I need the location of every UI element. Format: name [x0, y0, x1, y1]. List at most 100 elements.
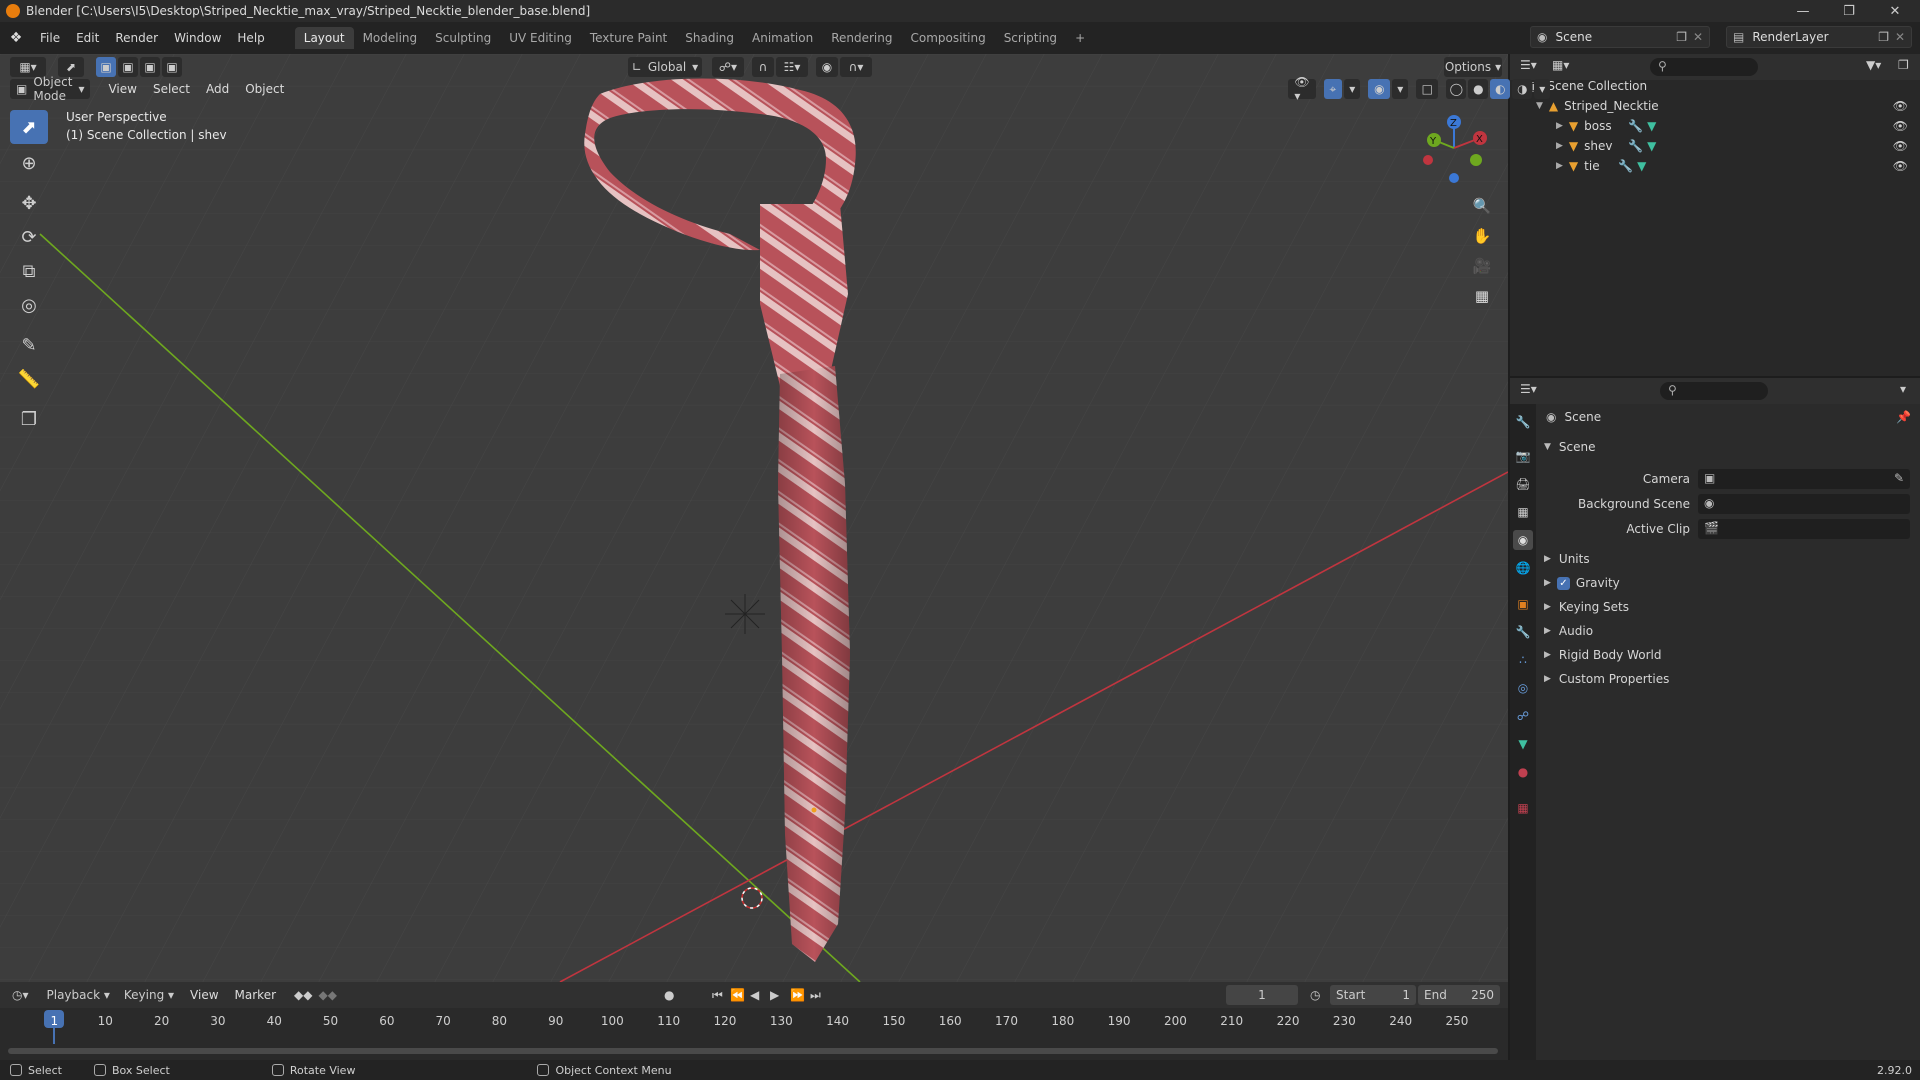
measure-tool-icon[interactable]: 📏 [10, 362, 48, 396]
transform-orientation-dropdown[interactable]: ∟ Global ▾ [628, 57, 702, 77]
eyedropper-icon[interactable]: ✎ [1894, 471, 1904, 485]
menu-object[interactable]: Object [237, 82, 292, 96]
chevron-down-icon[interactable]: ▾ [1900, 382, 1906, 396]
delete-layer-icon[interactable]: ✕ [1895, 30, 1905, 44]
xray-toggle-icon[interactable]: □ [1416, 79, 1439, 99]
chevron-down-icon[interactable]: ▾ [1534, 79, 1551, 99]
keyframe-icon[interactable]: ◆◆ [294, 988, 312, 1002]
clock-icon[interactable]: ◷ [1310, 988, 1320, 1002]
delete-scene-icon[interactable]: ✕ [1693, 30, 1703, 44]
material-tab-icon[interactable]: ● [1513, 762, 1533, 782]
active-clip-field[interactable]: 🎬 [1698, 519, 1910, 539]
select-box-tool-icon[interactable]: ⬈ [10, 110, 48, 144]
outliner-object-row[interactable]: ▶ ▼ shev 🔧 ▼ 👁 [1510, 136, 1920, 156]
filter-icon[interactable]: ▼▾ [1866, 58, 1881, 72]
outliner-object-row[interactable]: ▶ ▼ boss 🔧 ▼ 👁 [1510, 116, 1920, 136]
eye-icon[interactable]: 👁 [1893, 99, 1908, 113]
zoom-icon[interactable]: 🔍 [1468, 192, 1496, 220]
close-button[interactable]: ✕ [1872, 0, 1918, 22]
chevron-right-icon[interactable]: ▶ [1556, 121, 1563, 131]
world-tab-icon[interactable]: 🌐 [1513, 558, 1533, 578]
scene-panel-header[interactable]: ▼ Scene [1544, 440, 1596, 454]
gravity-panel-header[interactable]: ▶ ✓ Gravity [1544, 576, 1620, 590]
solid-shading-icon[interactable]: ● [1468, 79, 1489, 99]
camera-view-icon[interactable]: 🎥 [1468, 252, 1496, 280]
scale-tool-icon[interactable]: ⧉ [10, 254, 48, 288]
snap-target-icon[interactable]: ☷▾ [776, 57, 808, 77]
background-scene-field[interactable]: ◉ [1698, 494, 1910, 514]
tool-tab-icon[interactable]: 🔧 [1513, 412, 1533, 432]
new-scene-icon[interactable]: ❐ [1676, 30, 1687, 44]
pivot-point-icon[interactable]: ☍▾ [712, 57, 744, 77]
rendered-shading-icon[interactable]: ◑ [1512, 79, 1533, 99]
current-frame-field[interactable]: 1 [1226, 985, 1298, 1005]
pin-icon[interactable]: 📌 [1896, 410, 1911, 424]
select-intersect-icon[interactable]: ▣ [162, 57, 182, 77]
tab-sculpting[interactable]: Sculpting [426, 27, 500, 49]
chevron-right-icon[interactable]: ▶ [1556, 141, 1563, 151]
menu-help[interactable]: Help [229, 27, 272, 49]
chevron-down-icon[interactable]: ▼ [1536, 101, 1543, 111]
outliner-search-input[interactable]: ⚲ [1650, 58, 1758, 76]
snap-icon[interactable]: ∩ [752, 57, 774, 77]
prev-keyframe-icon[interactable]: ⏪ [730, 988, 745, 1002]
rotate-tool-icon[interactable]: ⟳ [10, 220, 48, 254]
menu-add[interactable]: Add [198, 82, 237, 96]
navigation-gizmo[interactable]: Z X Y [1420, 110, 1500, 190]
record-icon[interactable]: ● [664, 988, 674, 1002]
modifier-tab-icon[interactable]: 🔧 [1513, 622, 1533, 642]
tab-layout[interactable]: Layout [294, 27, 354, 49]
new-layer-icon[interactable]: ❐ [1878, 30, 1889, 44]
menu-window[interactable]: Window [166, 27, 229, 49]
scene-tab-icon[interactable]: ◉ [1513, 530, 1533, 550]
tab-scripting[interactable]: Scripting [995, 27, 1066, 49]
outliner-collection-row[interactable]: ▼ ▲ Striped_Necktie 👁 [1510, 96, 1920, 116]
output-tab-icon[interactable]: 🖨 [1513, 474, 1533, 494]
keyframe-insert-icon[interactable]: ◆◆ [318, 988, 336, 1002]
options-dropdown[interactable]: Options ▾ [1444, 57, 1502, 77]
maximize-button[interactable]: ❐ [1826, 0, 1872, 22]
tab-uv-editing[interactable]: UV Editing [500, 27, 581, 49]
next-keyframe-icon[interactable]: ⏩ [790, 988, 805, 1002]
material-shading-icon[interactable]: ◐ [1490, 79, 1511, 99]
visibility-icon[interactable]: 👁▾ [1288, 75, 1316, 103]
menu-render[interactable]: Render [107, 27, 166, 49]
move-tool-icon[interactable]: ✥ [10, 186, 48, 220]
chevron-down-icon[interactable]: ▾ [1392, 79, 1409, 99]
ortho-grid-icon[interactable]: ▦ [1468, 282, 1496, 310]
proportional-edit-icon[interactable]: ◉ [816, 57, 838, 77]
chevron-down-icon[interactable]: ▾ [1344, 79, 1361, 99]
falloff-icon[interactable]: ∩▾ [840, 57, 872, 77]
add-cube-tool-icon[interactable]: ❐ [10, 402, 48, 436]
timeline-scrollbar[interactable] [8, 1048, 1498, 1054]
outliner-editor-icon[interactable]: ☰▾ [1520, 58, 1537, 72]
timeline-menu-view[interactable]: View [182, 988, 226, 1002]
object-tab-icon[interactable]: ▣ [1513, 594, 1533, 614]
mode-dropdown[interactable]: ▣ Object Mode ▾ [10, 75, 91, 103]
editor-type-icon[interactable]: ▦▾ [10, 57, 46, 77]
play-reverse-icon[interactable]: ◀ [750, 988, 759, 1002]
select-extend-icon[interactable]: ▣ [118, 57, 138, 77]
render-layer-selector[interactable]: ▤ RenderLayer ❐ ✕ [1726, 26, 1912, 48]
end-frame-field[interactable]: End 250 [1418, 985, 1500, 1005]
display-mode-icon[interactable]: ▦▾ [1552, 58, 1569, 72]
keying-dropdown[interactable]: Keying ▾ [117, 985, 181, 1005]
eye-icon[interactable]: 👁 [1893, 139, 1908, 153]
select-new-icon[interactable]: ▣ [96, 57, 116, 77]
properties-editor-icon[interactable]: ☰▾ [1520, 382, 1537, 396]
units-panel-header[interactable]: ▶ Units [1544, 552, 1590, 566]
menu-select[interactable]: Select [145, 82, 198, 96]
audio-panel-header[interactable]: ▶ Audio [1544, 624, 1593, 638]
tab-compositing[interactable]: Compositing [901, 27, 994, 49]
tab-shading[interactable]: Shading [676, 27, 743, 49]
outliner-scene-collection[interactable]: ▣ Scene Collection [1510, 76, 1920, 96]
properties-search-input[interactable]: ⚲ [1660, 382, 1768, 400]
chevron-right-icon[interactable]: ▶ [1556, 161, 1563, 171]
gravity-checkbox[interactable]: ✓ [1556, 576, 1570, 590]
render-tab-icon[interactable]: 📷 [1513, 446, 1533, 466]
camera-field[interactable]: ▣ ✎ [1698, 469, 1910, 489]
view-layer-tab-icon[interactable]: ▦ [1513, 502, 1533, 522]
constraints-tab-icon[interactable]: ☍ [1513, 706, 1533, 726]
scene-selector[interactable]: ◉ Scene ❐ ✕ [1530, 26, 1710, 48]
cursor-tool-icon[interactable]: ⊕ [10, 146, 48, 180]
